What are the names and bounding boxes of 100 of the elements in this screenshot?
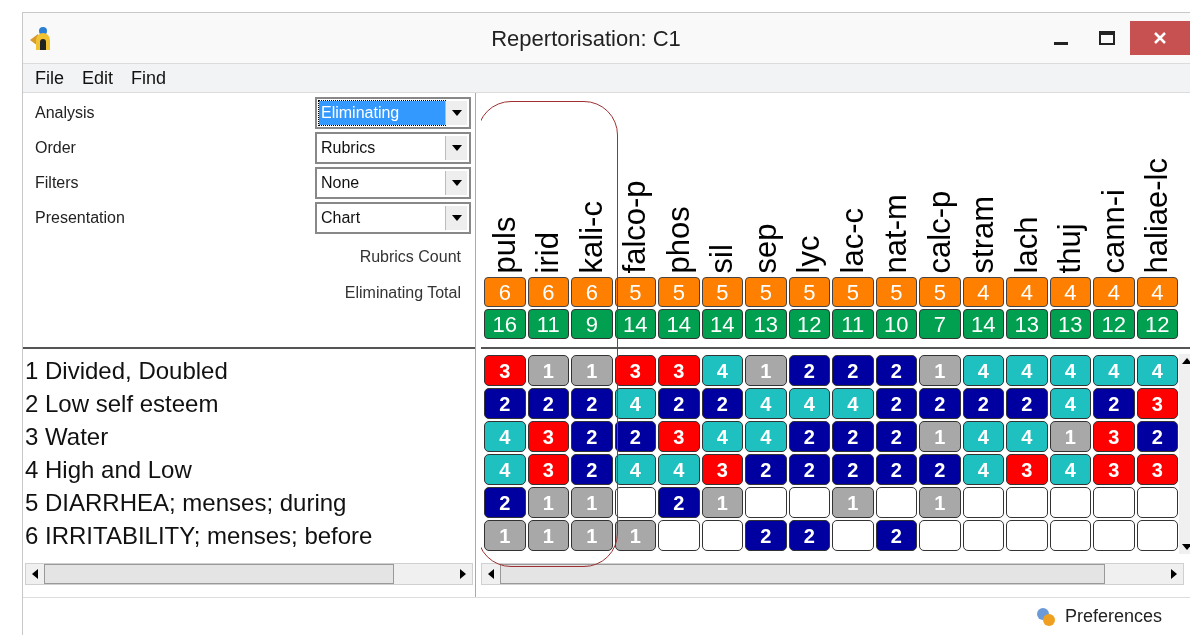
- remedy-name[interactable]: sil: [702, 157, 743, 273]
- grade-cell[interactable]: [962, 487, 1004, 518]
- scroll-left-icon[interactable]: [488, 569, 494, 579]
- grade-cell[interactable]: [1136, 487, 1178, 518]
- remedy-name[interactable]: irid: [528, 157, 569, 273]
- rubric-label[interactable]: 6 IRRITABILITY; menses; before: [25, 519, 475, 552]
- grade-cell[interactable]: 3: [484, 355, 526, 386]
- grade-cell[interactable]: 2: [919, 388, 961, 419]
- grade-cell[interactable]: 3: [658, 421, 700, 452]
- remedy-name[interactable]: haliae-lc: [1137, 157, 1178, 273]
- grade-cell[interactable]: [1093, 520, 1135, 551]
- grade-cell[interactable]: [788, 487, 830, 518]
- grade-cell[interactable]: 3: [1136, 388, 1178, 419]
- horizontal-scrollbar[interactable]: [481, 563, 1184, 585]
- dropdown[interactable]: None: [315, 166, 471, 199]
- remedy-name[interactable]: lyc: [789, 157, 830, 273]
- remedy-name[interactable]: stram: [963, 157, 1004, 273]
- grade-cell[interactable]: 3: [701, 454, 743, 485]
- grade-cell[interactable]: 2: [701, 388, 743, 419]
- grade-cell[interactable]: 3: [527, 421, 569, 452]
- grade-cell[interactable]: [745, 487, 787, 518]
- grade-cell[interactable]: 2: [962, 388, 1004, 419]
- grade-cell[interactable]: 2: [832, 454, 874, 485]
- grade-cell[interactable]: 2: [571, 421, 613, 452]
- grade-cell[interactable]: 2: [788, 520, 830, 551]
- scroll-up-icon[interactable]: [1182, 358, 1190, 364]
- rubric-label[interactable]: 2 Low self esteem: [25, 387, 475, 420]
- rubric-label[interactable]: 4 High and Low: [25, 453, 475, 486]
- remedy-name[interactable]: nat-m: [876, 157, 917, 273]
- grade-cell[interactable]: 3: [1136, 454, 1178, 485]
- rubric-label[interactable]: 3 Water: [25, 420, 475, 453]
- remedy-name[interactable]: calc-p: [919, 157, 960, 273]
- grade-cell[interactable]: 2: [875, 355, 917, 386]
- grade-cell[interactable]: 2: [745, 520, 787, 551]
- remedy-name[interactable]: kali-c: [571, 157, 612, 273]
- grade-cell[interactable]: [1049, 487, 1091, 518]
- grade-cell[interactable]: 2: [1136, 421, 1178, 452]
- grade-cell[interactable]: [875, 487, 917, 518]
- grade-cell[interactable]: [919, 520, 961, 551]
- grade-cell[interactable]: 2: [1006, 388, 1048, 419]
- grade-cell[interactable]: 3: [1093, 421, 1135, 452]
- menu-item[interactable]: Find: [131, 64, 167, 92]
- grade-cell[interactable]: [1006, 520, 1048, 551]
- close-button[interactable]: [1130, 21, 1190, 55]
- scroll-left-icon[interactable]: [32, 569, 38, 579]
- remedy-name[interactable]: sep: [745, 157, 786, 273]
- grade-cell[interactable]: 2: [484, 487, 526, 518]
- grade-cell[interactable]: 2: [658, 487, 700, 518]
- grade-cell[interactable]: 3: [527, 454, 569, 485]
- dropdown[interactable]: Rubrics: [315, 131, 471, 164]
- scroll-right-icon[interactable]: [1171, 569, 1177, 579]
- grade-cell[interactable]: 2: [527, 388, 569, 419]
- menu-item[interactable]: File: [35, 64, 64, 92]
- grade-cell[interactable]: 3: [658, 355, 700, 386]
- scrollbar-thumb[interactable]: [500, 564, 1105, 584]
- remedy-name[interactable]: lach: [1006, 157, 1047, 273]
- grade-cell[interactable]: 2: [571, 454, 613, 485]
- grade-cell[interactable]: [832, 520, 874, 551]
- remedy-name[interactable]: thuj: [1050, 157, 1091, 273]
- grade-cell[interactable]: 2: [571, 388, 613, 419]
- menu-item[interactable]: Edit: [82, 64, 114, 92]
- grade-cell[interactable]: [1136, 520, 1178, 551]
- grade-cell[interactable]: 2: [788, 454, 830, 485]
- preferences-button[interactable]: Preferences: [1034, 603, 1162, 630]
- remedy-name[interactable]: puls: [484, 157, 525, 273]
- remedy-name[interactable]: cann-i: [1093, 157, 1134, 273]
- scroll-right-icon[interactable]: [460, 569, 466, 579]
- grade-cell[interactable]: [658, 520, 700, 551]
- grade-cell[interactable]: 2: [875, 421, 917, 452]
- grade-cell[interactable]: 3: [614, 355, 656, 386]
- remedy-name[interactable]: falco-p: [615, 157, 656, 273]
- grade-cell[interactable]: 2: [919, 454, 961, 485]
- grade-cell[interactable]: 2: [788, 421, 830, 452]
- scrollbar-thumb[interactable]: [44, 564, 394, 584]
- grade-cell[interactable]: [701, 520, 743, 551]
- grade-cell[interactable]: [1049, 520, 1091, 551]
- grade-cell[interactable]: 2: [875, 520, 917, 551]
- grade-cell[interactable]: 2: [832, 355, 874, 386]
- grade-cell[interactable]: 2: [875, 454, 917, 485]
- horizontal-scrollbar[interactable]: [25, 563, 473, 585]
- grade-cell[interactable]: 2: [788, 355, 830, 386]
- grade-cell[interactable]: 2: [745, 454, 787, 485]
- grade-cell[interactable]: 2: [832, 421, 874, 452]
- grade-cell[interactable]: 2: [1093, 388, 1135, 419]
- grade-cell[interactable]: 3: [1006, 454, 1048, 485]
- grade-cell[interactable]: 2: [484, 388, 526, 419]
- scroll-down-icon[interactable]: [1182, 544, 1190, 550]
- grade-cell[interactable]: 2: [658, 388, 700, 419]
- remedy-name[interactable]: phos: [658, 157, 699, 273]
- grade-cell[interactable]: 2: [875, 388, 917, 419]
- remedy-name[interactable]: lac-c: [832, 157, 873, 273]
- grade-cell[interactable]: [1093, 487, 1135, 518]
- grade-cell[interactable]: 2: [614, 421, 656, 452]
- grade-cell[interactable]: [1006, 487, 1048, 518]
- rubric-label[interactable]: 1 Divided, Doubled: [25, 354, 475, 387]
- rubric-label[interactable]: 5 DIARRHEA; menses; during: [25, 486, 475, 519]
- grade-cell[interactable]: 3: [1093, 454, 1135, 485]
- grade-cell[interactable]: [614, 487, 656, 518]
- dropdown[interactable]: Chart: [315, 201, 471, 234]
- grade-cell[interactable]: [962, 520, 1004, 551]
